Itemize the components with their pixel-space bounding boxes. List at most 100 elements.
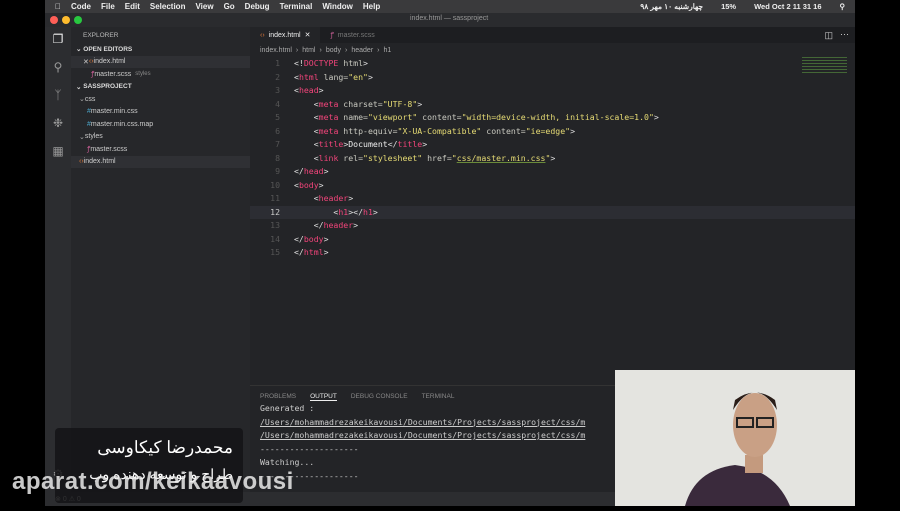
code-token: content=: [481, 125, 526, 136]
panel-tab-output[interactable]: OUTPUT: [310, 393, 337, 401]
code-token: <: [294, 98, 319, 109]
code-line[interactable]: 14 </body>: [250, 233, 855, 247]
output-line: /Users/mohammadrezakeikavousi/Documents/…: [260, 416, 586, 427]
code-token: html: [298, 71, 319, 82]
minimize-window-button[interactable]: [62, 16, 70, 24]
code-line[interactable]: 13 </header>: [250, 219, 855, 233]
breadcrumb-item[interactable]: h1: [384, 47, 392, 54]
menu-go[interactable]: Go: [224, 2, 235, 11]
open-editor-item[interactable]: ꝭ master.scss styles: [71, 68, 250, 81]
breadcrumb-item[interactable]: header: [351, 47, 373, 54]
menu-view[interactable]: View: [195, 2, 213, 11]
code-line[interactable]: 2 <html lang="en">: [250, 71, 855, 85]
code-token: >: [653, 112, 659, 122]
code-line[interactable]: 5 <meta name="viewport" content="width=d…: [250, 111, 855, 125]
presenter-name: محمدرضا کیکاوسی: [97, 438, 233, 457]
tree-item-label: styles: [84, 133, 103, 141]
tree-item-master-scss[interactable]: ꝭ master.scss: [71, 143, 250, 156]
line-text: <!DOCTYPE html>: [294, 57, 368, 71]
line-number: 14: [270, 233, 280, 244]
search-icon[interactable]: ⚲: [51, 60, 65, 74]
open-editors-header[interactable]: ⌄ OPEN EDITORS: [71, 43, 250, 56]
html-file-icon: ‹›: [260, 31, 265, 39]
menu-help[interactable]: Help: [363, 2, 380, 11]
menu-selection[interactable]: Selection: [150, 2, 186, 11]
zoom-window-button[interactable]: [74, 16, 82, 24]
activity-bar: ❐ ⚲ ᛉ ❉ ▦ ⚙: [45, 27, 71, 493]
clock[interactable]: Wed Oct 2 11 31 16: [754, 2, 821, 11]
source-control-icon[interactable]: ᛉ: [51, 88, 65, 102]
code-line[interactable]: 11 <header>: [250, 192, 855, 206]
menu-terminal[interactable]: Terminal: [280, 2, 313, 11]
watermark: aparat.com/keikaavousi: [12, 468, 294, 495]
tree-item-index-html[interactable]: ‹› index.html: [71, 155, 250, 168]
code-token: header: [323, 220, 354, 230]
breadcrumb-item[interactable]: html: [302, 47, 315, 54]
debug-icon[interactable]: ❉: [51, 116, 65, 130]
extensions-icon[interactable]: ▦: [51, 144, 65, 158]
panel-tab-debug-console[interactable]: DEBUG CONSOLE: [351, 393, 408, 401]
open-editor-item[interactable]: ✕ ‹› index.html: [71, 55, 250, 68]
code-token: rel=: [338, 152, 364, 163]
code-token: href=: [422, 152, 452, 163]
breadcrumb-item[interactable]: body: [326, 47, 341, 54]
code-line[interactable]: 10 <body>: [250, 179, 855, 193]
panel-tab-terminal[interactable]: TERMINAL: [422, 393, 455, 401]
output-line: --------------------: [260, 443, 359, 454]
split-editor-icon[interactable]: ◫: [824, 30, 833, 41]
line-number: 2: [275, 71, 280, 82]
project-label: SASSPROJECT: [83, 83, 132, 91]
code-line[interactable]: 6 <meta http-equiv="X-UA-Compatible" con…: [250, 125, 855, 139]
window-title: index.html — sassproject: [410, 15, 489, 22]
search-icon[interactable]: ⚲: [840, 2, 846, 11]
close-window-button[interactable]: [50, 16, 58, 24]
line-text: <header>: [294, 192, 353, 206]
code-line[interactable]: 4 <meta charset="UTF-8">: [250, 98, 855, 112]
code-line[interactable]: 12 <h1></h1>: [250, 205, 855, 219]
code-token: </: [294, 233, 304, 244]
close-tab-icon[interactable]: ✕: [305, 31, 311, 39]
menu-edit[interactable]: Edit: [125, 2, 140, 11]
line-text: <meta http-equiv="X-UA-Compatible" conte…: [294, 125, 575, 139]
tree-item-css[interactable]: ⌄ css: [71, 93, 250, 106]
files-icon[interactable]: ❐: [51, 32, 65, 46]
code-token: meta: [318, 112, 339, 122]
code-line[interactable]: 3 <head>: [250, 84, 855, 98]
line-text: <head>: [294, 84, 324, 98]
battery-status[interactable]: 15%: [721, 2, 736, 11]
breadcrumb-item[interactable]: index.html: [260, 47, 292, 54]
code-line[interactable]: 8 <link rel="stylesheet" href="css/maste…: [250, 152, 855, 166]
code-token: >: [422, 139, 428, 149]
file-name: master.scss: [94, 70, 132, 78]
tree-item-styles[interactable]: ⌄ styles: [71, 131, 250, 144]
menu-window[interactable]: Window: [322, 2, 353, 11]
code-line[interactable]: 1 <!DOCTYPE html>: [250, 57, 855, 71]
code-token: >: [417, 98, 423, 109]
apple-icon[interactable]: : [55, 2, 61, 11]
code-token: <: [294, 112, 319, 122]
code-token: >: [372, 206, 378, 217]
code-line[interactable]: 7 <title>Document</title>: [250, 138, 855, 152]
code-token: </: [294, 247, 304, 257]
more-actions-icon[interactable]: ⋯: [840, 29, 849, 40]
menu-debug[interactable]: Debug: [245, 2, 270, 11]
minimap[interactable]: [802, 57, 847, 73]
code-token: header: [318, 193, 349, 203]
menu-file[interactable]: File: [101, 2, 115, 11]
code-line[interactable]: 15 </html>: [250, 246, 855, 260]
project-header[interactable]: ⌄ SASSPROJECT: [71, 81, 250, 94]
tree-item-label: master.min.css: [90, 108, 138, 116]
menu-app[interactable]: Code: [71, 2, 91, 11]
code-area[interactable]: 1 <!DOCTYPE html> 2 <html lang="en"> 3 <head>…: [250, 57, 855, 260]
tab-index-html[interactable]: ‹› index.html ✕: [250, 27, 321, 43]
code-token: <!: [294, 58, 304, 68]
output-line: /Users/mohammadrezakeikavousi/Documents/…: [260, 430, 586, 440]
code-line[interactable]: 9 </head>: [250, 165, 855, 179]
tree-item-label: master.min.css.map: [90, 120, 154, 128]
tree-item-master-min-css[interactable]: # master.min.css: [71, 106, 250, 119]
code-token: >: [348, 193, 354, 203]
tab-master-scss[interactable]: ꝭ master.scss: [320, 27, 384, 43]
panel-tab-problems[interactable]: PROBLEMS: [260, 393, 296, 401]
tree-item-master-min-css-map[interactable]: # master.min.css.map: [71, 118, 250, 131]
code-token: h1: [338, 206, 349, 217]
